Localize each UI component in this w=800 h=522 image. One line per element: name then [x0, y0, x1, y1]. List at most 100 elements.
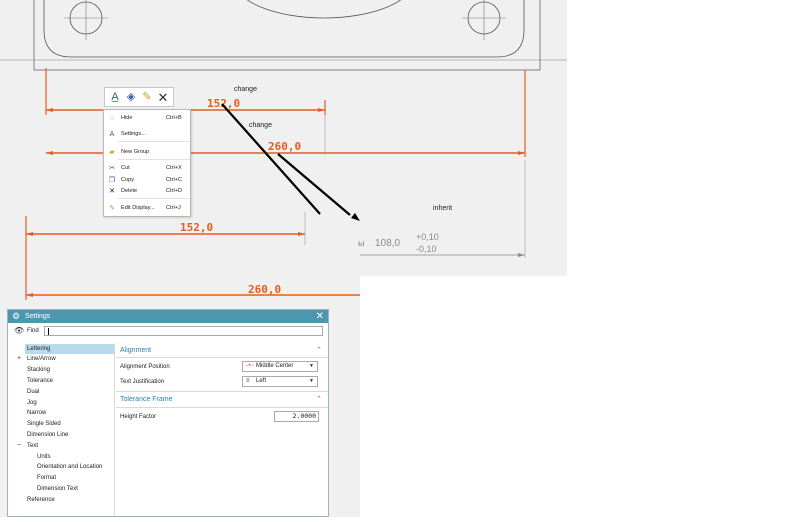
- tree-item-stacking[interactable]: Stacking: [27, 365, 50, 375]
- tree-expander[interactable]: −: [17, 441, 21, 451]
- folder-icon: ▰: [109, 149, 115, 156]
- tree-item-lettering[interactable]: Lettering: [25, 344, 114, 354]
- chevron-down-icon: ▼: [309, 363, 314, 369]
- menu-item-label: New Group: [121, 149, 150, 155]
- dimension-152-lower-text: 152,0: [180, 221, 213, 234]
- gear-icon: ⚙: [12, 311, 21, 321]
- chevron-down-icon: ▼: [309, 378, 314, 384]
- svg-text:ы: ы: [358, 238, 364, 248]
- text-justification-label: Text Justification: [120, 379, 165, 385]
- find-label: Find: [27, 328, 39, 334]
- drawing-canvas[interactable]: 152,0 260,0 152,0 ы 108,0 +0,10 -0,10 ch…: [0, 0, 567, 276]
- menu-item-label: Edit Display...: [121, 205, 155, 211]
- section-divider: [116, 357, 328, 358]
- section-title: Alignment: [120, 347, 152, 354]
- menu-item-shortcut: Ctrl+D: [166, 188, 183, 194]
- height-factor-label: Height Factor: [120, 414, 157, 420]
- annotation-inherit: inherit: [433, 205, 452, 212]
- settings-content: Alignment ⌃ Alignment Position -+- Middl…: [116, 343, 328, 515]
- dialog-title: Settings: [25, 313, 51, 320]
- dialog-titlebar[interactable]: ⚙ Settings ✕: [8, 310, 328, 323]
- dimension-152-top-text: 152,0: [207, 97, 240, 110]
- tree-item-narrow[interactable]: Narrow: [27, 408, 46, 418]
- middle-center-icon: -+-: [246, 363, 254, 369]
- callout-arrows: [221, 103, 360, 221]
- part-outline: [43, 0, 525, 58]
- alignment-position-select[interactable]: -+- Middle Center ▼: [242, 361, 318, 372]
- select-value: Left: [256, 378, 267, 384]
- tree-item-dual[interactable]: Dual: [27, 387, 39, 397]
- section-alignment-header[interactable]: Alignment ⌃: [116, 344, 328, 357]
- menu-item-label: Settings...: [121, 131, 146, 137]
- tree-item-dimension-line[interactable]: Dimension Line: [27, 430, 68, 440]
- select-value: Middle Center: [256, 363, 294, 369]
- hide-icon: ◌: [109, 114, 115, 122]
- annotation-change-2: change: [249, 122, 272, 129]
- menu-item-cut[interactable]: ✂ Cut Ctrl+X: [104, 163, 190, 173]
- menu-item-copy[interactable]: ❐ Copy Ctrl+C: [104, 175, 190, 185]
- tree-item-single-sided[interactable]: Single Sided: [27, 419, 61, 429]
- find-row: 👁 Find: [8, 324, 328, 338]
- align-left-icon: ≡: [246, 378, 250, 384]
- tree-item-tolerance[interactable]: Tolerance: [27, 376, 53, 386]
- section-title: Tolerance Frame: [120, 396, 173, 403]
- dimension-260-lower[interactable]: 260,0: [26, 283, 360, 297]
- tree-item-text[interactable]: Text: [27, 441, 38, 451]
- section-divider: [116, 391, 328, 392]
- edit-lettering-icon[interactable]: A̲: [108, 90, 122, 105]
- height-factor-input[interactable]: 2.0000: [274, 411, 319, 422]
- section-divider: [116, 407, 328, 408]
- tolerance-lower-text: -0,10: [416, 244, 437, 254]
- chevron-up-icon: ⌃: [316, 396, 322, 403]
- tolerance-dimension[interactable]: ы 108,0 +0,10 -0,10: [358, 232, 525, 257]
- annotation-change-1: change: [234, 86, 257, 93]
- menu-item-label: Hide: [121, 115, 133, 121]
- menu-item-hide[interactable]: ◌ Hide Ctrl+B: [104, 113, 190, 123]
- menu-item-delete[interactable]: ✕ Delete Ctrl+D: [104, 186, 190, 196]
- context-menu: ◌ Hide Ctrl+B A Settings... ▰ New Group …: [103, 109, 191, 217]
- text-justification-select[interactable]: ≡ Left ▼: [242, 376, 318, 387]
- menu-item-shortcut: Ctrl+J: [166, 205, 181, 211]
- settings-tree: Lettering + Line/Arrow Stacking Toleranc…: [13, 343, 115, 515]
- dimension-260-top-text: 260,0: [268, 140, 301, 153]
- menu-separator: [118, 159, 190, 160]
- part-frame: [33, 0, 541, 71]
- copy-icon: ❐: [108, 177, 116, 184]
- section-tolerance-frame-header[interactable]: Tolerance Frame ⌃: [116, 393, 328, 406]
- menu-item-label: Cut: [121, 165, 130, 171]
- paint-icon[interactable]: ✎: [140, 90, 154, 105]
- menu-item-label: Delete: [121, 188, 138, 194]
- tree-item-units[interactable]: Units: [37, 452, 51, 462]
- tree-item-reference[interactable]: Reference: [27, 495, 55, 505]
- tolerance-value-text: 108,0: [375, 238, 400, 249]
- menu-item-shortcut: Ctrl+X: [166, 165, 182, 171]
- tree-item-line-arrow[interactable]: Line/Arrow: [27, 354, 56, 364]
- tree-item-dimension-text[interactable]: Dimension Text: [37, 484, 78, 494]
- tree-item-orientation-location[interactable]: Orientation and Location: [37, 462, 102, 472]
- close-icon[interactable]: ✕: [156, 90, 170, 105]
- menu-item-edit-display[interactable]: ✎ Edit Display... Ctrl+J: [104, 203, 190, 213]
- chevron-up-icon: ⌃: [316, 347, 322, 354]
- cut-icon: ✂: [109, 165, 115, 172]
- tree-item-format[interactable]: Format: [37, 473, 56, 483]
- close-icon[interactable]: ✕: [316, 310, 324, 323]
- menu-item-new-group[interactable]: ▰ New Group: [104, 147, 190, 157]
- dimension-152-lower[interactable]: 152,0: [25, 216, 305, 276]
- tree-item-jog[interactable]: Jog: [27, 398, 37, 408]
- menu-item-shortcut: Ctrl+B: [166, 115, 182, 121]
- settings-icon: A: [109, 130, 115, 138]
- edit-style-icon[interactable]: ◈: [124, 90, 138, 105]
- alignment-position-label: Alignment Position: [120, 364, 170, 370]
- menu-item-shortcut: Ctrl+C: [166, 177, 183, 183]
- menu-item-label: Copy: [121, 177, 135, 183]
- tree-expander[interactable]: +: [17, 354, 21, 364]
- menu-separator: [118, 198, 190, 199]
- binoculars-icon: 👁: [14, 326, 25, 335]
- menu-separator: [118, 141, 190, 142]
- dimension-152-top[interactable]: 152,0: [45, 68, 326, 115]
- find-input[interactable]: [44, 326, 323, 336]
- menu-item-settings[interactable]: A Settings...: [104, 129, 190, 139]
- edit-display-icon: ✎: [109, 205, 115, 212]
- drawing-svg: 152,0 260,0 152,0 ы 108,0 +0,10 -0,10 ch…: [0, 0, 567, 276]
- boss-circle: [246, 0, 402, 19]
